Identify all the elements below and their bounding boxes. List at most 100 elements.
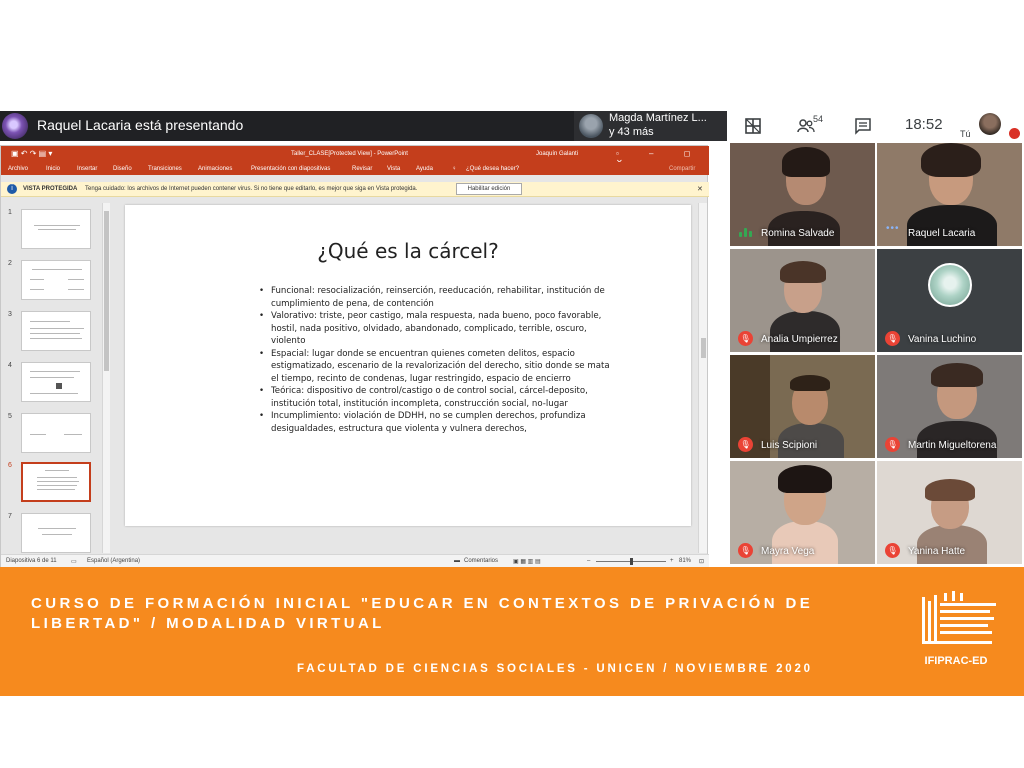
thumb-number: 5 [8, 413, 12, 420]
meet-presentation-bar: Raquel Lacaria está presentando Magda Ma… [0, 111, 727, 141]
meeting-clock: 18:52 [905, 116, 943, 133]
participant-tile[interactable]: 🎙 Martin Migueltorena [877, 355, 1022, 458]
course-title-line-2: LIBERTAD" / MODALIDAD VIRTUAL [31, 615, 385, 632]
participant-name: Raquel Lacaria [908, 228, 976, 239]
participant-name: Martin Migueltorena [908, 440, 997, 451]
muted-mic-icon: 🎙 [885, 437, 900, 452]
thumb-number: 7 [8, 513, 12, 520]
muted-mic-icon: 🎙 [738, 331, 753, 346]
document-title: Taller_CLASE[Protected View] - PowerPoin… [291, 151, 408, 157]
presenting-indicator-icon: ••• [886, 223, 900, 234]
muted-mic-icon: 🎙 [885, 543, 900, 558]
slide-thumbnail-6-selected[interactable] [21, 462, 91, 502]
slide-scrollbar[interactable] [698, 203, 707, 553]
comments-button[interactable]: Comentarios [464, 558, 498, 564]
zoom-in-icon[interactable]: + [670, 558, 674, 564]
close-icon[interactable]: ✕ [697, 185, 703, 193]
powerpoint-window: ▣ ↶ ↷ ▤ ▾ Taller_CLASE[Protected View] -… [0, 145, 709, 567]
slide-counter: Diapositiva 6 de 11 [6, 558, 57, 564]
slide-thumbnail-1[interactable] [21, 209, 91, 249]
viewer-avatar [579, 114, 603, 138]
zoom-slider-thumb[interactable] [630, 558, 633, 565]
slide-bullet-list: Funcional: resocialización, reinserción,… [259, 285, 619, 435]
bullet-espacial: Espacial: lugar donde se encuentran quie… [259, 348, 619, 386]
zoom-out-icon[interactable]: – [587, 558, 590, 564]
user-name: Joaquín Galanti [536, 151, 579, 157]
tab-transiciones[interactable]: Transiciones [148, 166, 182, 172]
tab-insertar[interactable]: Insertar [77, 166, 97, 172]
participant-name: Luis Scipioni [761, 440, 818, 451]
tab-ayuda[interactable]: Ayuda [416, 166, 433, 172]
quick-access-icons[interactable]: ▣ ↶ ↷ ▤ ▾ [11, 149, 52, 158]
viewer-name: Magda Martínez L... [609, 112, 707, 124]
bullet-incumplimiento: Incumplimiento: violación de DDHH, no se… [259, 410, 619, 435]
tab-vista[interactable]: Vista [387, 166, 400, 172]
participant-name: Analia Umpierrez [761, 334, 838, 345]
zoom-level[interactable]: 81% [679, 558, 691, 564]
tab-inicio[interactable]: Inicio [46, 166, 60, 172]
chat-icon[interactable] [854, 117, 872, 135]
ifiprac-logo: IFIPRAC-ED [914, 591, 998, 673]
thumb-number: 1 [8, 209, 12, 216]
layout-icon[interactable] [744, 117, 762, 135]
lightbulb-icon: ♀ [452, 166, 457, 172]
fit-slide-icon[interactable]: ⊡ [699, 558, 704, 565]
muted-mic-icon: 🎙 [738, 437, 753, 452]
muted-mic-icon: 🎙 [885, 331, 900, 346]
participant-tile[interactable]: 🎙 Luis Scipioni [730, 355, 875, 458]
slide-title: ¿Qué es la cárcel? [317, 239, 499, 263]
logo-mark-icon [922, 591, 996, 644]
thumb-number: 4 [8, 362, 12, 369]
spellcheck-icon: ▭ [71, 559, 77, 565]
enable-editing-button[interactable]: Habilitar edición [456, 183, 522, 195]
muted-mic-icon: 🎙 [738, 543, 753, 558]
comments-icon: ▬ [454, 558, 460, 564]
view-buttons-icon[interactable]: ▣ ▦ ▥ ▤ [513, 558, 541, 565]
tab-archivo[interactable]: Archivo [8, 166, 28, 172]
participant-name: Mayra Vega [761, 546, 815, 557]
thumb-number: 6 [8, 462, 12, 469]
tab-presentacion[interactable]: Presentación con diapositivas [251, 166, 330, 172]
slide-thumbnail-2[interactable] [21, 260, 91, 300]
self-avatar[interactable] [979, 113, 1001, 135]
slide-thumbnail-5[interactable] [21, 413, 91, 453]
tab-diseno[interactable]: Diseño [113, 166, 132, 172]
tell-me-box[interactable]: ¿Qué desea hacer? [466, 166, 519, 172]
participant-name: Yanina Hatte [908, 546, 966, 557]
slide-thumbnail-3[interactable] [21, 311, 91, 351]
page: Raquel Lacaria está presentando Magda Ma… [0, 0, 1024, 768]
bullet-teorica: Teórica: dispositivo de control/castigo … [259, 385, 619, 410]
participant-name: Vanina Luchino [908, 334, 977, 345]
ppt-ribbon-tabs: Archivo Inicio Insertar Diseño Transicio… [1, 162, 709, 175]
current-slide: ¿Qué es la cárcel? Funcional: resocializ… [125, 205, 691, 526]
self-mic-muted-icon [1009, 128, 1020, 139]
protected-view-message: Tenga cuidado: los archivos de Internet … [85, 186, 418, 192]
protected-view-label: VISTA PROTEGIDA [23, 186, 78, 192]
logo-text: IFIPRAC-ED [924, 655, 988, 667]
self-label: Tú [960, 129, 971, 139]
participant-tile[interactable]: 🎙 Analia Umpierrez [730, 249, 875, 352]
participant-grid: Romina Salvade ••• Raquel Lacaria 🎙 Anal… [730, 143, 1024, 567]
tab-revisar[interactable]: Revisar [352, 166, 372, 172]
slide-thumbnail-4[interactable] [21, 362, 91, 402]
ppt-title-bar: ▣ ↶ ↷ ▤ ▾ Taller_CLASE[Protected View] -… [1, 146, 709, 167]
ppt-status-bar: Diapositiva 6 de 11 ▭ Español (Argentina… [1, 554, 709, 567]
participant-tile[interactable]: 🎙 Mayra Vega [730, 461, 875, 564]
protected-view-bar: i VISTA PROTEGIDA Tenga cuidado: los arc… [1, 182, 709, 197]
tab-animaciones[interactable]: Animaciones [198, 166, 232, 172]
share-button[interactable]: Compartir [669, 166, 695, 172]
speaking-indicator-icon [739, 228, 753, 237]
participant-tile[interactable]: Romina Salvade [730, 143, 875, 246]
participant-tile[interactable]: ••• Raquel Lacaria [877, 143, 1022, 246]
participant-tile[interactable]: 🎙 Yanina Hatte [877, 461, 1022, 564]
participant-tile[interactable]: 🎙 Vanina Luchino [877, 249, 1022, 352]
viewer-indicator[interactable]: Magda Martínez L... y 43 más [574, 111, 727, 141]
course-banner: CURSO DE FORMACIÓN INICIAL "EDUCAR EN CO… [0, 567, 1024, 696]
thumb-number: 2 [8, 260, 12, 267]
presenter-avatar [2, 113, 28, 139]
info-icon: i [7, 184, 17, 194]
participant-avatar [928, 263, 972, 307]
thumbnail-scrollbar[interactable] [102, 203, 110, 553]
slide-thumbnail-7[interactable] [21, 513, 91, 553]
bullet-valorativo: Valorativo: triste, peor castigo, mala r… [259, 310, 619, 348]
